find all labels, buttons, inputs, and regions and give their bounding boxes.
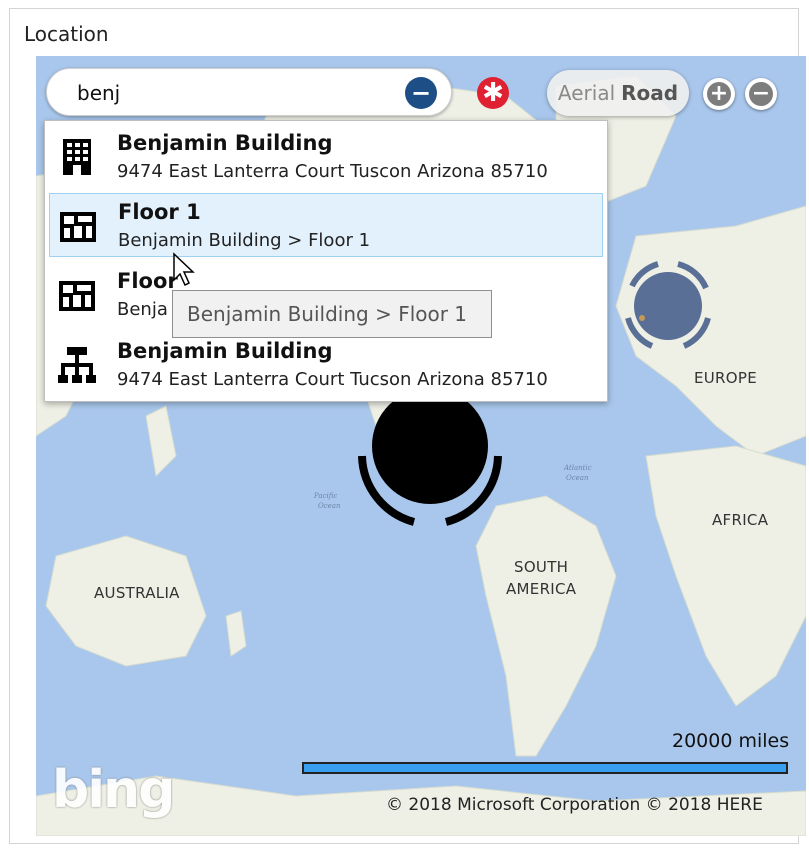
result-title: Benjamin Building xyxy=(117,339,333,363)
cluster-marker-small[interactable] xyxy=(618,256,718,356)
result-subtitle: 9474 East Lanterra Court Tucson Arizona … xyxy=(117,369,548,390)
map-label-atlantic-1: Atlantic xyxy=(564,464,592,472)
mouse-cursor-icon xyxy=(173,252,195,287)
bing-logo: bing xyxy=(52,760,175,820)
map-type-aerial[interactable]: Aerial xyxy=(558,81,615,105)
search-results-dropdown: Benjamin Building 9474 East Lanterra Cou… xyxy=(44,120,608,402)
map-type-road[interactable]: Road xyxy=(621,81,678,105)
search-minus-button[interactable]: − xyxy=(405,77,437,109)
result-subtitle: 9474 East Lanterra Court Tuscon Arizona … xyxy=(117,161,548,182)
copyright-text: © 2018 Microsoft Corporation © 2018 HERE xyxy=(386,795,763,815)
clear-search-button[interactable]: ✱ xyxy=(477,77,509,109)
cluster-marker-large[interactable] xyxy=(354,386,506,538)
minus-icon: − xyxy=(749,82,773,106)
result-title: Floor 1 xyxy=(118,200,201,224)
result-item[interactable]: Benjamin Building 9474 East Lanterra Cou… xyxy=(49,125,603,189)
map-label-south-america-1: SOUTH xyxy=(514,558,569,576)
search-input[interactable] xyxy=(77,79,397,107)
scale-bar xyxy=(302,762,788,774)
result-title: Benjamin Building xyxy=(117,131,333,155)
search-box xyxy=(46,68,452,116)
result-subtitle: Benja xyxy=(117,299,168,320)
result-item-selected[interactable]: Floor 1 Benjamin Building > Floor 1 xyxy=(49,193,603,257)
result-item[interactable]: Benjamin Building 9474 East Lanterra Cou… xyxy=(49,333,603,397)
map-label-australia: AUSTRALIA xyxy=(94,584,180,602)
map-label-south-america-2: AMERICA xyxy=(506,580,577,598)
scale-label: 20000 miles xyxy=(672,730,790,752)
map-label-atlantic-2: Ocean xyxy=(566,474,589,482)
map-type-toggle[interactable]: Aerial Road xyxy=(547,70,689,116)
asterisk-icon: ✱ xyxy=(482,78,504,108)
floor-plan-icon xyxy=(59,281,95,311)
minus-icon: − xyxy=(410,79,432,107)
map-label-europe: EUROPE xyxy=(694,369,758,387)
section-label: Location xyxy=(24,22,109,46)
zoom-out-button[interactable]: − xyxy=(745,78,777,110)
result-subtitle: Benjamin Building > Floor 1 xyxy=(118,230,371,251)
floor-plan-icon xyxy=(60,212,96,242)
tooltip: Benjamin Building > Floor 1 xyxy=(172,290,492,338)
result-title: Floor xyxy=(117,269,178,293)
zoom-in-button[interactable]: + xyxy=(703,78,735,110)
map-label-pacific-2: Ocean xyxy=(318,502,341,510)
map-label-africa: AFRICA xyxy=(712,511,769,529)
plus-icon: + xyxy=(707,82,731,106)
org-chart-icon xyxy=(58,347,96,383)
building-icon xyxy=(63,139,91,175)
map-label-pacific-1: Pacific xyxy=(314,492,338,500)
